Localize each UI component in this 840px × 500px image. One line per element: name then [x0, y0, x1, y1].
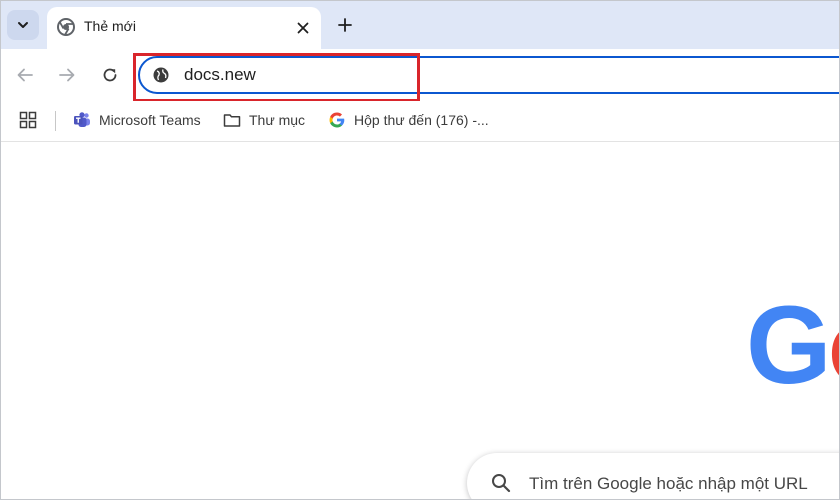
tab-title: Thẻ mới — [84, 18, 136, 34]
bookmark-microsoft-teams[interactable]: Microsoft Teams — [73, 109, 201, 131]
reload-icon — [103, 68, 117, 82]
bookmark-folder[interactable]: Thư mục — [223, 109, 305, 131]
bookmark-label: Microsoft Teams — [99, 112, 201, 128]
bookmark-label: Thư mục — [249, 112, 306, 128]
new-tab-button[interactable] — [331, 11, 359, 39]
plus-icon — [338, 18, 352, 32]
apps-grid-icon — [19, 111, 37, 129]
close-icon — [297, 22, 309, 34]
bookmark-inbox[interactable]: Hộp thư đến (176) -... — [328, 109, 489, 131]
chrome-icon — [57, 18, 75, 36]
reload-button[interactable] — [96, 61, 124, 89]
bookmark-label: Hộp thư đến (176) -... — [354, 112, 489, 128]
arrow-left-icon — [17, 68, 33, 82]
back-button[interactable] — [11, 61, 39, 89]
tab-strip: Thẻ mới — [1, 1, 839, 49]
forward-button[interactable] — [53, 61, 81, 89]
google-icon — [329, 112, 345, 128]
tab-new-tab[interactable]: Thẻ mới — [47, 7, 321, 49]
teams-icon — [74, 112, 90, 127]
google-logo: Go — [746, 284, 839, 407]
search-icon — [492, 474, 511, 493]
toolbar — [1, 49, 839, 101]
bookmark-separator — [55, 111, 56, 131]
bookmarks-bar: Microsoft Teams Thư mục Hộp thư đến (176… — [1, 101, 839, 142]
arrow-right-icon — [59, 68, 75, 82]
tab-close-button[interactable] — [289, 14, 317, 42]
chevron-down-icon — [18, 22, 28, 28]
tab-search-button[interactable] — [7, 10, 39, 40]
folder-icon — [223, 114, 241, 127]
google-search-box[interactable]: Tìm trên Google hoặc nhập một URL — [467, 453, 839, 499]
apps-button[interactable] — [19, 109, 37, 131]
browser-window: Thẻ mới docs.new Microsoft Teams Thư mục… — [0, 0, 840, 500]
annotation-highlight-box — [133, 53, 420, 102]
search-placeholder: Tìm trên Google hoặc nhập một URL — [529, 474, 808, 493]
